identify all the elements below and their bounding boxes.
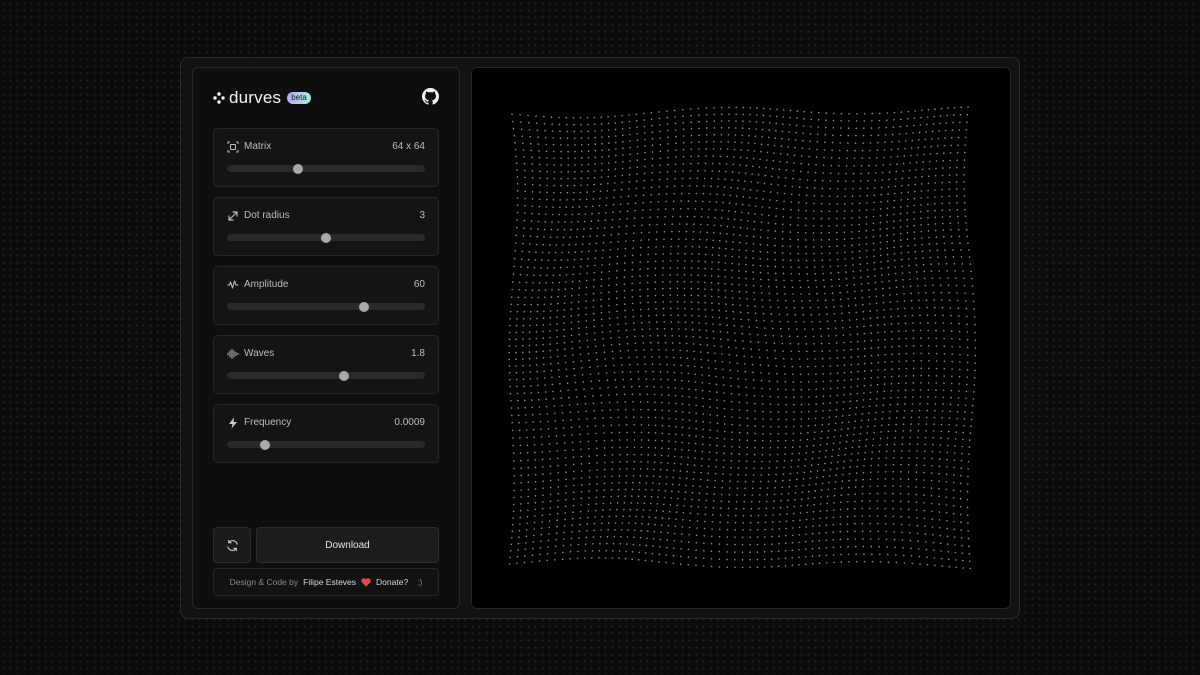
frequency-slider-thumb[interactable] [259,439,270,450]
dots-logo-icon [213,92,225,104]
diagonal-arrow-icon [228,211,238,221]
dot-radius-value: 3 [419,210,425,221]
matrix-slider[interactable] [227,163,425,174]
waves-slider-thumb[interactable] [338,370,349,381]
smile-text: :) [417,577,423,587]
dot-radius-slider[interactable] [227,232,425,243]
frequency-label: Frequency [244,417,292,428]
waves-label: Waves [244,348,275,359]
download-button[interactable]: Download [256,527,439,563]
frequency-control: Frequency 0.0009 [213,404,439,463]
brand: durves beta [213,88,311,108]
refresh-icon [226,539,238,551]
matrix-label: Matrix [244,141,272,152]
frequency-value: 0.0009 [394,417,425,428]
waves-value: 1.8 [411,348,425,359]
amplitude-label: Amplitude [244,279,289,290]
brand-name: durves [229,88,282,107]
amplitude-control: Amplitude 60 [213,266,439,325]
waves-slider[interactable] [227,370,425,381]
amplitude-value: 60 [413,279,425,290]
matrix-icon [227,141,239,153]
amplitude-slider-thumb[interactable] [358,301,369,312]
matrix-control: Matrix 64 x 64 [213,128,439,187]
author-link[interactable]: Filipe Esteves [303,577,356,587]
refresh-button[interactable] [213,527,251,563]
control-sidebar: durves beta Matrix 64 x 64 Dot radius 3 [192,67,460,609]
credits-bar: Design & Code by Filipe Esteves Donate? … [213,568,439,596]
dot-radius-slider-thumb[interactable] [321,232,331,243]
matrix-value: 64 x 64 [392,141,425,152]
frequency-slider[interactable] [227,439,425,450]
pulse-icon [227,280,239,289]
dot-radius-label: Dot radius [244,210,290,221]
waves-control: Waves 1.8 [213,335,439,394]
beta-badge: beta [287,92,311,104]
matrix-slider-thumb[interactable] [293,163,304,174]
github-icon[interactable] [422,88,439,105]
waveform-icon [227,349,239,359]
lightning-icon [229,417,237,429]
amplitude-slider[interactable] [227,301,425,312]
app-window: durves beta Matrix 64 x 64 Dot radius 3 [180,57,1020,619]
dot-radius-control: Dot radius 3 [213,197,439,256]
dot-matrix-canvas [508,106,977,570]
heart-icon [361,577,371,587]
credits-prefix: Design & Code by [229,577,299,587]
donate-link[interactable]: Donate? [376,577,408,587]
dot-matrix-preview [471,67,1011,609]
